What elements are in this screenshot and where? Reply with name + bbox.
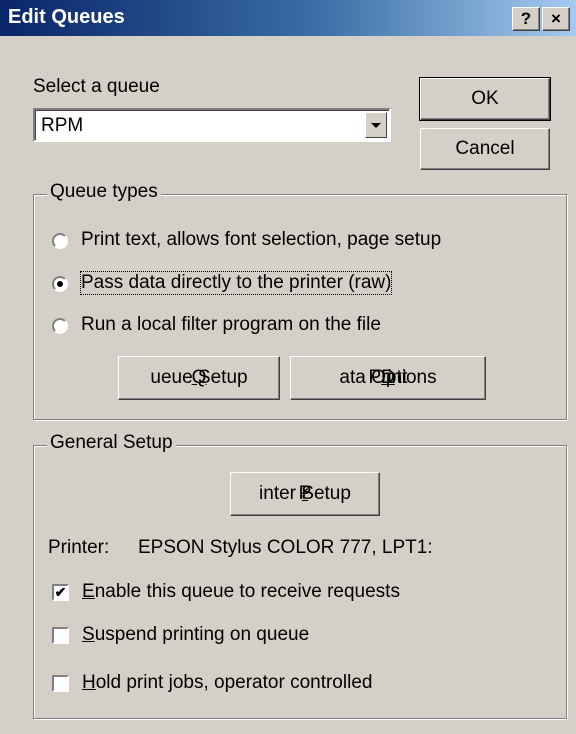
printer-label: Printer: bbox=[48, 537, 110, 558]
checkbox-hold-jobs[interactable] bbox=[52, 675, 69, 692]
radio-print-text[interactable] bbox=[52, 233, 68, 249]
queue-select[interactable]: RPM bbox=[33, 108, 391, 142]
title-bar: Edit Queues ? × bbox=[0, 0, 576, 36]
chevron-down-icon[interactable] bbox=[365, 112, 387, 138]
ok-button[interactable]: OK bbox=[419, 77, 551, 121]
general-setup-legend: General Setup bbox=[47, 432, 176, 454]
help-icon: ? bbox=[520, 9, 532, 28]
close-icon: × bbox=[551, 9, 561, 28]
close-button[interactable]: × bbox=[542, 7, 570, 31]
checkbox-enable-queue-label[interactable]: Enable this queue to receive requests bbox=[82, 581, 400, 603]
print-data-options-button[interactable]: Print Data Options bbox=[290, 356, 486, 400]
print-data-options-label: Print Data Options bbox=[339, 367, 437, 388]
cancel-button-label: Cancel bbox=[455, 138, 515, 159]
queue-setup-button[interactable]: Queue Setup bbox=[118, 356, 280, 400]
checkbox-enable-queue[interactable]: ✔ bbox=[52, 584, 69, 601]
window-title: Edit Queues bbox=[8, 6, 125, 28]
printer-setup-label: Pr inter Setup bbox=[259, 483, 351, 504]
printer-setup-button[interactable]: Pr inter Setup bbox=[230, 472, 380, 516]
radio-selected-dot bbox=[57, 281, 63, 287]
checkbox-hold-jobs-label[interactable]: Hold print jobs, operator controlled bbox=[82, 672, 372, 694]
printer-value: EPSON Stylus COLOR 777, LPT1: bbox=[138, 537, 433, 558]
ok-button-label: OK bbox=[471, 88, 499, 109]
radio-local-filter[interactable] bbox=[52, 318, 68, 334]
radio-local-filter-label[interactable]: Run a local filter program on the file bbox=[81, 314, 381, 336]
checkmark-icon: ✔ bbox=[54, 584, 67, 600]
radio-pass-raw[interactable] bbox=[52, 276, 68, 292]
select-queue-label: Select a queue bbox=[33, 76, 160, 97]
checkbox-suspend-printing[interactable] bbox=[52, 627, 69, 644]
queue-setup-label: Queue Setup bbox=[150, 367, 248, 388]
queue-select-value: RPM bbox=[41, 115, 84, 136]
cancel-button[interactable]: Cancel bbox=[420, 128, 550, 170]
radio-print-text-label[interactable]: Print text, allows font selection, page … bbox=[81, 229, 441, 251]
radio-pass-raw-label[interactable]: Pass data directly to the printer (raw) bbox=[79, 271, 393, 295]
help-button[interactable]: ? bbox=[512, 7, 540, 31]
queue-types-legend: Queue types bbox=[47, 181, 161, 203]
checkbox-suspend-printing-label[interactable]: Suspend printing on queue bbox=[82, 624, 309, 646]
